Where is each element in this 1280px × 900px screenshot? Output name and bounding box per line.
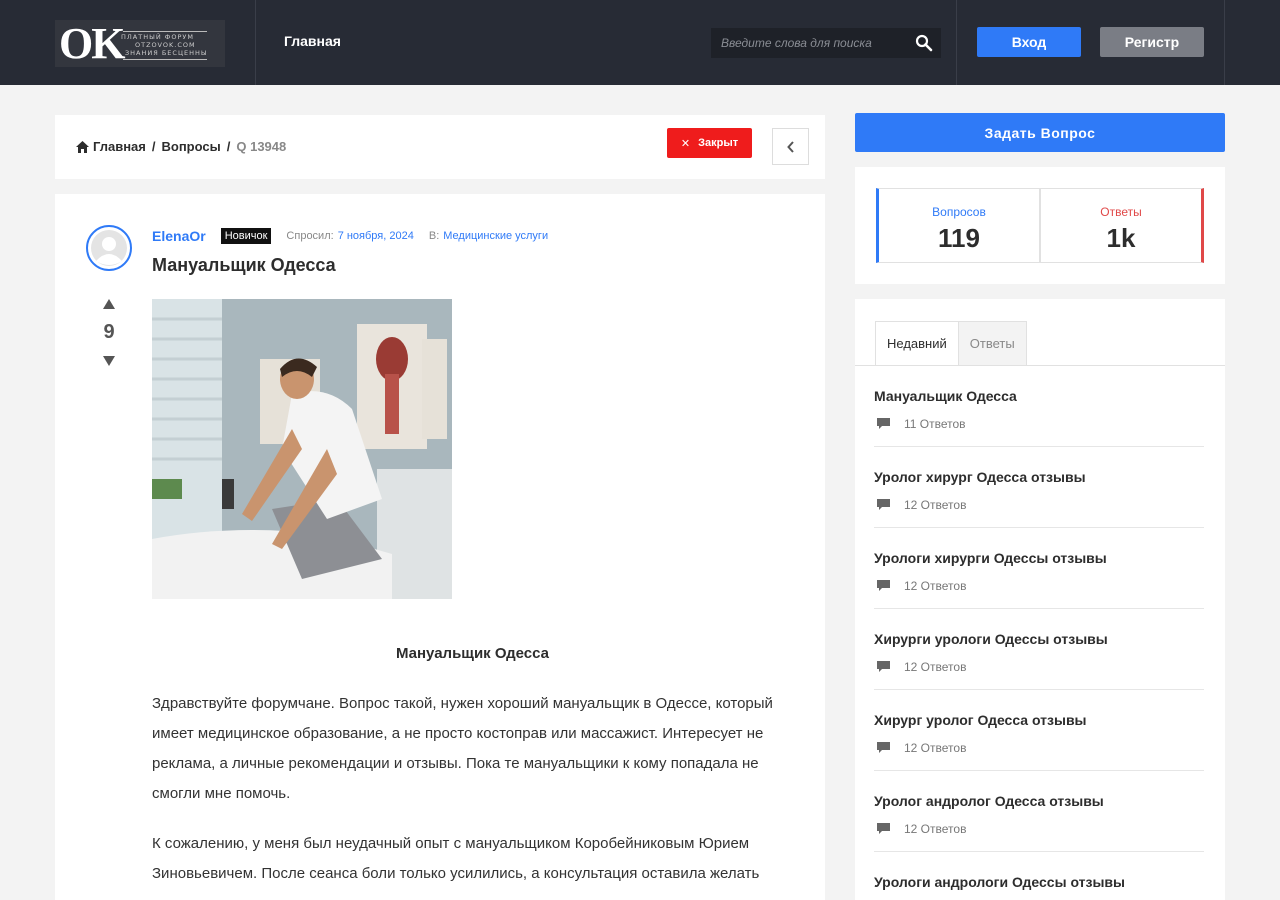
logo-line-2: OTZOVOK.COM bbox=[135, 41, 196, 49]
user-rank-badge: Новичок bbox=[220, 228, 272, 244]
nav-home-link[interactable]: Главная bbox=[284, 33, 341, 49]
asked-date-link[interactable]: 7 ноября, 2024 bbox=[338, 230, 414, 242]
recent-question-link[interactable]: Хирург уролог Одесса отзывы bbox=[874, 712, 1087, 728]
recent-question-link[interactable]: Урологи андрологи Одессы отзывы bbox=[874, 874, 1125, 890]
questions-stat-label: Вопросов bbox=[932, 205, 986, 219]
breadcrumb-separator: / bbox=[226, 139, 231, 154]
header-divider bbox=[956, 0, 957, 85]
list-item: Хирург уролог Одесса отзывы 12 Ответов bbox=[874, 690, 1204, 771]
answers-stat-label: Ответы bbox=[1100, 205, 1142, 219]
breadcrumb: Главная / Вопросы / Q 13948 bbox=[76, 139, 286, 154]
closed-label: Закрыт bbox=[698, 137, 739, 149]
tab-recent[interactable]: Недавний bbox=[875, 321, 959, 366]
search-icon[interactable] bbox=[915, 34, 933, 52]
category-link[interactable]: Медицинские услуги bbox=[443, 230, 548, 242]
recent-question-link[interactable]: Мануальщик Одесса bbox=[874, 388, 1017, 404]
question-subtitle: Мануальщик Одесса bbox=[395, 645, 550, 662]
chevron-left-icon bbox=[786, 140, 794, 153]
logo-line-3: ЗНАНИЯ БЕСЦЕННЫ bbox=[125, 49, 208, 57]
login-button[interactable]: Вход bbox=[977, 27, 1081, 57]
answer-count: 12 Ответов bbox=[877, 822, 966, 836]
answers-stat: Ответы 1k bbox=[1040, 188, 1204, 263]
header-divider bbox=[255, 0, 256, 85]
logo-line-1: ПЛАТНЫЙ ФОРУМ bbox=[121, 33, 194, 41]
asked-label: Спросил: bbox=[286, 230, 334, 242]
search-box bbox=[711, 28, 941, 58]
comment-icon bbox=[877, 661, 890, 672]
answer-count-text: 11 Ответов bbox=[904, 417, 966, 431]
breadcrumb-separator: / bbox=[151, 139, 156, 154]
question-card: 9 ElenaOr Новичок Спросил: 7 ноября, 202… bbox=[55, 194, 825, 900]
list-item: Уролог хирург Одесса отзывы 12 Ответов bbox=[874, 447, 1204, 528]
logo-rule bbox=[123, 59, 207, 60]
recent-question-link[interactable]: Уролог андролог Одесса отзывы bbox=[874, 793, 1104, 809]
search-input[interactable] bbox=[711, 28, 906, 58]
register-button[interactable]: Регистр bbox=[1100, 27, 1204, 57]
site-header: OK ПЛАТНЫЙ ФОРУМ OTZOVOK.COM ЗНАНИЯ БЕСЦ… bbox=[0, 0, 1280, 85]
ask-question-button[interactable]: Задать Вопрос bbox=[855, 113, 1225, 152]
closed-status-button[interactable]: ✕ Закрыт bbox=[667, 128, 752, 158]
question-paragraph: К сожалению, у меня был неудачный опыт с… bbox=[152, 835, 760, 882]
comment-icon bbox=[877, 742, 890, 753]
answer-count: 12 Ответов bbox=[877, 498, 966, 512]
logo-rule bbox=[123, 31, 207, 32]
recent-question-link[interactable]: Урологи хирурги Одессы отзывы bbox=[874, 550, 1107, 566]
answer-count-text: 12 Ответов bbox=[904, 498, 967, 512]
question-paragraph: Здравствуйте форумчане. Вопрос такой, ну… bbox=[152, 695, 773, 802]
breadcrumb-questions[interactable]: Вопросы bbox=[162, 139, 221, 154]
recent-questions-card: Недавний Ответы Мануальщик Одесса 11 Отв… bbox=[855, 299, 1225, 900]
home-icon bbox=[76, 140, 89, 153]
breadcrumb-current: Q 13948 bbox=[236, 139, 287, 154]
answer-count: 12 Ответов bbox=[877, 579, 966, 593]
breadcrumb-card: Главная / Вопросы / Q 13948 ✕ Закрыт bbox=[55, 115, 825, 179]
vote-count: 9 bbox=[103, 321, 115, 343]
recent-question-link[interactable]: Уролог хирург Одесса отзывы bbox=[874, 469, 1086, 485]
list-item: Урологи андрологи Одессы отзывы bbox=[874, 852, 1204, 900]
user-avatar-icon bbox=[91, 230, 127, 266]
close-icon: ✕ bbox=[680, 137, 691, 150]
author-link[interactable]: ElenaOr bbox=[152, 228, 206, 244]
recent-questions-list: Мануальщик Одесса 11 Ответов Уролог хиру… bbox=[874, 366, 1204, 900]
answer-count-text: 12 Ответов bbox=[904, 822, 967, 836]
sidebar-tabs: Недавний Ответы bbox=[875, 321, 1027, 366]
answer-count: 11 Ответов bbox=[877, 417, 966, 431]
recent-question-link[interactable]: Хирурги урологи Одессы отзывы bbox=[874, 631, 1108, 647]
category-label: В: bbox=[428, 230, 440, 242]
answer-count: 12 Ответов bbox=[877, 741, 966, 755]
list-item: Уролог андролог Одесса отзывы 12 Ответов bbox=[874, 771, 1204, 852]
back-button[interactable] bbox=[772, 128, 809, 165]
stats-card: Вопросов 119 Ответы 1k bbox=[855, 167, 1225, 284]
answer-count-text: 12 Ответов bbox=[904, 741, 967, 755]
list-item: Хирурги урологи Одессы отзывы 12 Ответов bbox=[874, 609, 1204, 690]
question-meta: ElenaOr Новичок Спросил: 7 ноября, 2024 … bbox=[152, 228, 563, 244]
tab-answers[interactable]: Ответы bbox=[958, 321, 1027, 366]
breadcrumb-home[interactable]: Главная bbox=[93, 139, 146, 154]
question-image bbox=[152, 299, 452, 599]
question-title: Мануальщик Одесса bbox=[152, 255, 336, 275]
logo-mark: OK bbox=[59, 20, 125, 67]
answer-count-text: 12 Ответов bbox=[904, 579, 967, 593]
comment-icon bbox=[877, 823, 890, 834]
vote-up-icon[interactable] bbox=[101, 297, 117, 311]
answer-count-text: 12 Ответов bbox=[904, 660, 967, 674]
vote-down-icon[interactable] bbox=[101, 354, 117, 368]
list-item: Мануальщик Одесса 11 Ответов bbox=[874, 366, 1204, 447]
comment-icon bbox=[877, 418, 890, 429]
list-item: Урологи хирурги Одессы отзывы 12 Ответов bbox=[874, 528, 1204, 609]
comment-icon bbox=[877, 580, 890, 591]
avatar[interactable] bbox=[86, 225, 132, 271]
comment-icon bbox=[877, 499, 890, 510]
chiropractor-illustration bbox=[152, 299, 452, 599]
questions-stat-value: 119 bbox=[938, 223, 980, 253]
site-logo[interactable]: OK ПЛАТНЫЙ ФОРУМ OTZOVOK.COM ЗНАНИЯ БЕСЦ… bbox=[55, 20, 225, 67]
answers-stat-value: 1k bbox=[1106, 223, 1136, 253]
header-divider bbox=[1224, 0, 1225, 85]
answer-count: 12 Ответов bbox=[877, 660, 966, 674]
questions-stat: Вопросов 119 bbox=[876, 188, 1040, 263]
